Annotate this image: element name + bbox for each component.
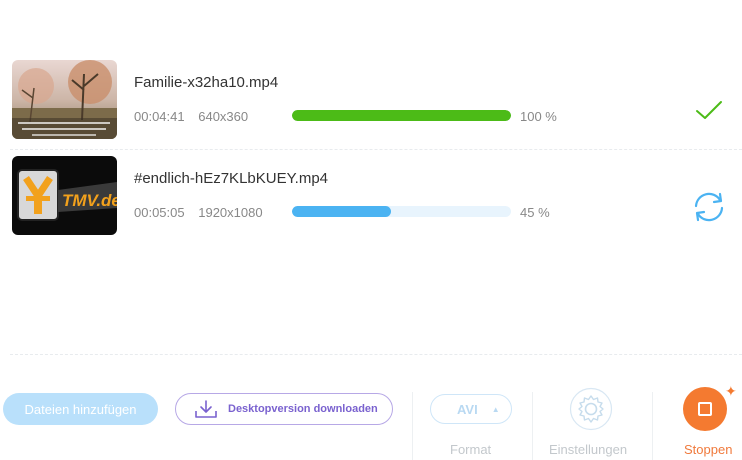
sync-icon — [690, 190, 728, 224]
file-resolution: 1920x1080 — [198, 205, 263, 220]
thumbnail-logo-text: TMV.de — [62, 191, 117, 210]
progress-bar-fill — [292, 110, 511, 121]
file-resolution: 640x360 — [198, 109, 249, 124]
sparkle-icon: ✦ — [725, 383, 737, 399]
file-duration: 00:04:41 — [134, 109, 185, 124]
checkmark-icon — [690, 94, 728, 128]
file-name: Familie-x32ha10.mp4 — [134, 74, 279, 91]
download-icon — [194, 399, 218, 419]
file-row: Familie-x32ha10.mp4 00:04:41 640x360 100… — [0, 56, 742, 152]
progress-bar — [292, 110, 511, 121]
video-thumbnail: TMV.de — [12, 156, 117, 235]
progress-bar-fill — [292, 206, 391, 217]
stop-label: Stoppen — [684, 442, 733, 457]
progress-bar — [292, 206, 511, 217]
settings-label: Einstellungen — [549, 442, 628, 457]
stop-button[interactable] — [683, 387, 727, 431]
desktop-download-button[interactable]: Desktopversion downloaden — [175, 393, 393, 425]
format-value: AVI — [457, 401, 478, 417]
row-divider — [10, 149, 742, 150]
file-duration: 00:05:05 — [134, 205, 185, 220]
add-files-button[interactable]: Dateien hinzufügen — [3, 393, 158, 425]
stop-icon — [698, 402, 712, 416]
desktop-download-label: Desktopversion downloaden — [228, 403, 378, 415]
progress-percent: 45 % — [520, 205, 550, 220]
toolbar-divider — [10, 354, 742, 355]
progress-percent: 100 % — [520, 109, 557, 124]
video-thumbnail — [12, 60, 117, 139]
toolbar-separator — [412, 392, 413, 460]
file-name: #endlich-hEz7KLbKUEY.mp4 — [134, 170, 329, 187]
file-meta: 00:05:05 1920x1080 — [134, 205, 263, 220]
format-select[interactable]: AVI ▲ — [430, 394, 512, 424]
file-row: TMV.de #endlich-hEz7KLbKUEY.mp4 00:05:05… — [0, 152, 742, 248]
toolbar-separator — [532, 392, 533, 460]
file-meta: 00:04:41 640x360 — [134, 109, 248, 124]
settings-button[interactable] — [569, 387, 613, 431]
gear-icon — [569, 387, 613, 431]
toolbar-separator — [652, 392, 653, 460]
format-label: Format — [450, 442, 492, 457]
caret-up-icon: ▲ — [491, 404, 500, 414]
